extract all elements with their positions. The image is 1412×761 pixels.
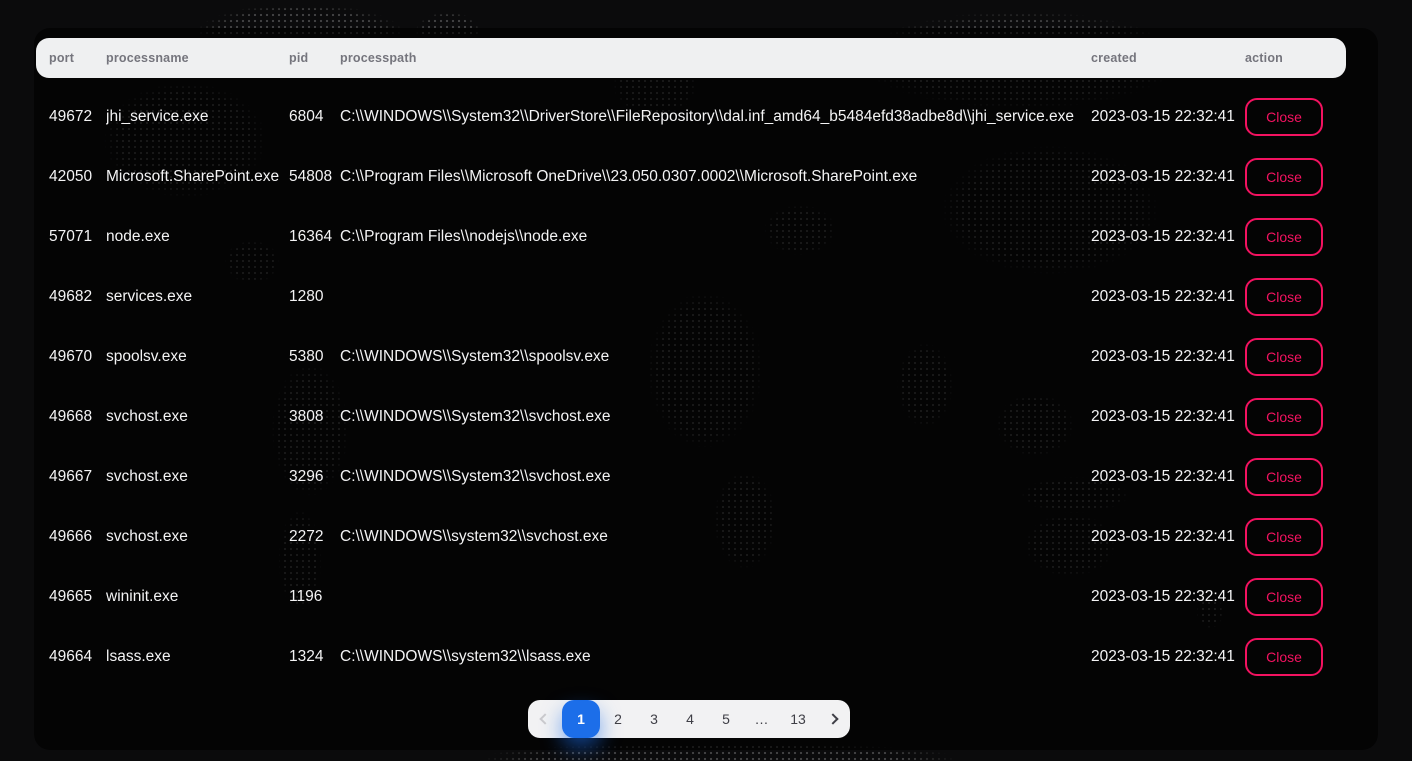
created-cell: 2023-03-15 22:32:41 [1091, 408, 1245, 426]
page-button-1[interactable]: 1 [562, 700, 600, 738]
created-cell: 2023-03-15 22:32:41 [1091, 108, 1245, 126]
table-header: port processname pid processpath created… [36, 38, 1346, 78]
port-cell: 49670 [49, 348, 106, 366]
table-row: 49670 spoolsv.exe 5380 C:\\WINDOWS\\Syst… [36, 327, 1346, 387]
port-cell: 49666 [49, 528, 106, 546]
pid-cell: 1196 [289, 588, 340, 606]
table-row: 49672 jhi_service.exe 6804 C:\\WINDOWS\\… [36, 87, 1346, 147]
processpath-cell: C:\\WINDOWS\\System32\\svchost.exe [340, 468, 1091, 486]
created-cell: 2023-03-15 22:32:41 [1091, 168, 1245, 186]
processname-cell: services.exe [106, 288, 289, 306]
chevron-left-icon [539, 713, 550, 724]
port-cell: 49672 [49, 108, 106, 126]
table-row: 49682 services.exe 1280 2023-03-15 22:32… [36, 267, 1346, 327]
pid-cell: 6804 [289, 108, 340, 126]
table-row: 49664 lsass.exe 1324 C:\\WINDOWS\\system… [36, 627, 1346, 687]
pid-cell: 54808 [289, 168, 340, 186]
processname-cell: node.exe [106, 228, 289, 246]
processpath-cell: C:\\WINDOWS\\system32\\lsass.exe [340, 648, 1091, 666]
close-port-button[interactable]: Close [1245, 518, 1323, 556]
processname-cell: svchost.exe [106, 468, 289, 486]
pagination: 1 2 3 4 5 … 13 [528, 700, 850, 738]
port-cell: 49667 [49, 468, 106, 486]
page-button-3[interactable]: 3 [636, 700, 672, 738]
port-cell: 49665 [49, 588, 106, 606]
processname-cell: svchost.exe [106, 408, 289, 426]
close-port-button[interactable]: Close [1245, 218, 1323, 256]
table-row: 49668 svchost.exe 3808 C:\\WINDOWS\\Syst… [36, 387, 1346, 447]
created-cell: 2023-03-15 22:32:41 [1091, 228, 1245, 246]
ports-table-card: port processname pid processpath created… [34, 28, 1378, 750]
port-cell: 42050 [49, 168, 106, 186]
processname-cell: Microsoft.SharePoint.exe [106, 168, 289, 186]
page-button-5[interactable]: 5 [708, 700, 744, 738]
created-cell: 2023-03-15 22:32:41 [1091, 468, 1245, 486]
processname-cell: svchost.exe [106, 528, 289, 546]
close-port-button[interactable]: Close [1245, 638, 1323, 676]
processpath-cell: C:\\Program Files\\nodejs\\node.exe [340, 228, 1091, 246]
pid-cell: 1280 [289, 288, 340, 306]
pid-cell: 1324 [289, 648, 340, 666]
table-row: 49667 svchost.exe 3296 C:\\WINDOWS\\Syst… [36, 447, 1346, 507]
pid-cell: 3808 [289, 408, 340, 426]
pid-cell: 16364 [289, 228, 340, 246]
processpath-cell: C:\\WINDOWS\\System32\\DriverStore\\File… [340, 108, 1091, 126]
created-cell: 2023-03-15 22:32:41 [1091, 528, 1245, 546]
pid-cell: 3296 [289, 468, 340, 486]
pagination-next-button[interactable] [816, 700, 850, 738]
table-row: 49666 svchost.exe 2272 C:\\WINDOWS\\syst… [36, 507, 1346, 567]
column-header-processname: processname [106, 51, 289, 65]
page-button-4[interactable]: 4 [672, 700, 708, 738]
port-cell: 49668 [49, 408, 106, 426]
chevron-right-icon [827, 713, 838, 724]
created-cell: 2023-03-15 22:32:41 [1091, 588, 1245, 606]
close-port-button[interactable]: Close [1245, 578, 1323, 616]
close-port-button[interactable]: Close [1245, 338, 1323, 376]
pagination-prev-button[interactable] [528, 700, 562, 738]
column-header-created: created [1091, 51, 1245, 65]
processpath-cell: C:\\Program Files\\Microsoft OneDrive\\2… [340, 168, 1091, 186]
pagination-ellipsis: … [744, 700, 780, 738]
created-cell: 2023-03-15 22:32:41 [1091, 288, 1245, 306]
processname-cell: jhi_service.exe [106, 108, 289, 126]
close-port-button[interactable]: Close [1245, 398, 1323, 436]
created-cell: 2023-03-15 22:32:41 [1091, 648, 1245, 666]
column-header-processpath: processpath [340, 51, 1091, 65]
column-header-pid: pid [289, 51, 340, 65]
created-cell: 2023-03-15 22:32:41 [1091, 348, 1245, 366]
page-button-2[interactable]: 2 [600, 700, 636, 738]
close-port-button[interactable]: Close [1245, 278, 1323, 316]
processname-cell: lsass.exe [106, 648, 289, 666]
column-header-port: port [49, 51, 106, 65]
processpath-cell: C:\\WINDOWS\\system32\\svchost.exe [340, 528, 1091, 546]
processname-cell: wininit.exe [106, 588, 289, 606]
close-port-button[interactable]: Close [1245, 98, 1323, 136]
page-button-13[interactable]: 13 [780, 700, 816, 738]
pid-cell: 5380 [289, 348, 340, 366]
table-body: 49672 jhi_service.exe 6804 C:\\WINDOWS\\… [36, 87, 1346, 687]
pid-cell: 2272 [289, 528, 340, 546]
close-port-button[interactable]: Close [1245, 458, 1323, 496]
column-header-action: action [1245, 51, 1346, 65]
table-row: 49665 wininit.exe 1196 2023-03-15 22:32:… [36, 567, 1346, 627]
port-cell: 57071 [49, 228, 106, 246]
table-row: 42050 Microsoft.SharePoint.exe 54808 C:\… [36, 147, 1346, 207]
table-row: 57071 node.exe 16364 C:\\Program Files\\… [36, 207, 1346, 267]
port-cell: 49664 [49, 648, 106, 666]
close-port-button[interactable]: Close [1245, 158, 1323, 196]
port-cell: 49682 [49, 288, 106, 306]
processpath-cell: C:\\WINDOWS\\System32\\spoolsv.exe [340, 348, 1091, 366]
processname-cell: spoolsv.exe [106, 348, 289, 366]
processpath-cell: C:\\WINDOWS\\System32\\svchost.exe [340, 408, 1091, 426]
